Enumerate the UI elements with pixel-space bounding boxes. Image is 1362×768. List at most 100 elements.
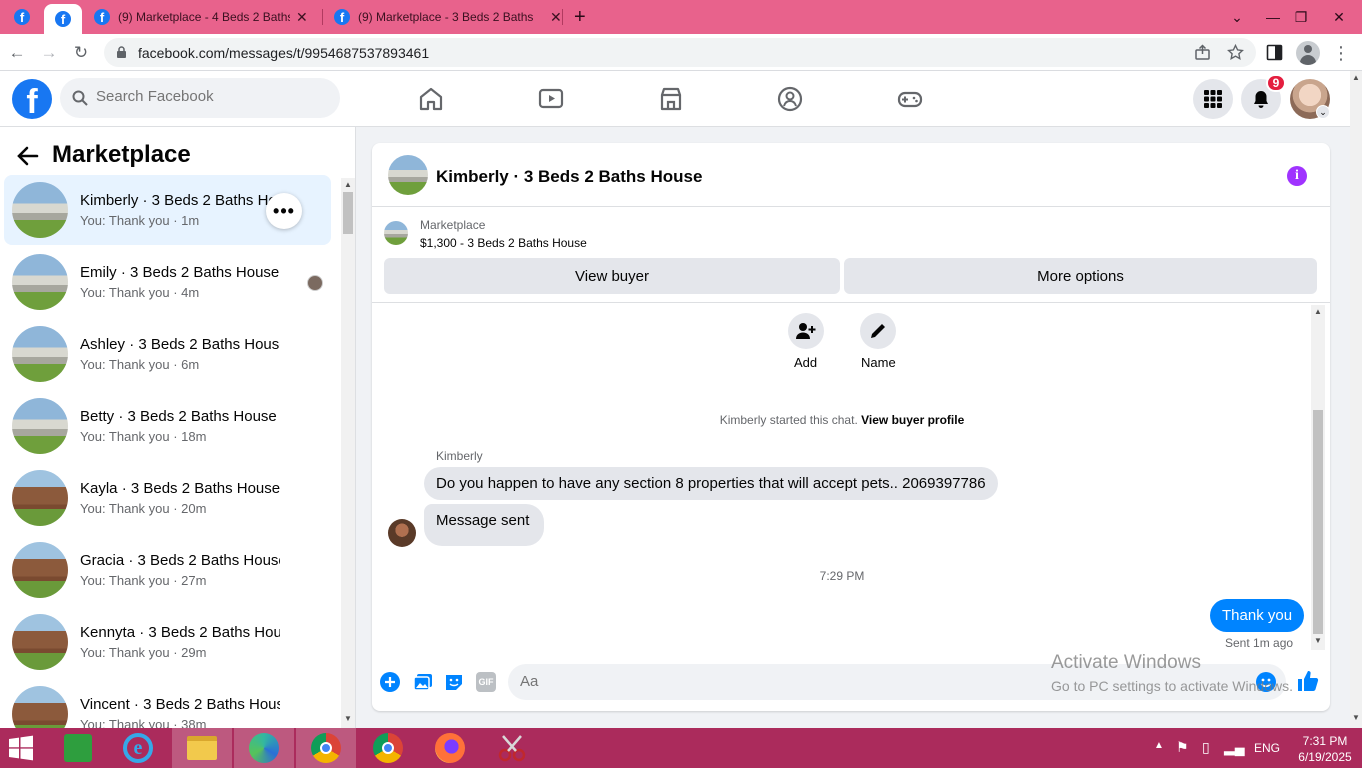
sender-avatar[interactable] (388, 519, 416, 547)
share-icon[interactable] (1194, 44, 1211, 61)
groups-icon[interactable] (776, 85, 804, 113)
bookmark-star-icon[interactable] (1227, 44, 1244, 61)
forward-arrow-icon[interactable]: → (38, 42, 60, 64)
browser-tab-pinned[interactable]: f (14, 0, 36, 34)
scroll-up-arrow-icon[interactable]: ▲ (1314, 307, 1322, 316)
home-icon[interactable] (417, 85, 445, 113)
name-chat-button[interactable] (860, 313, 896, 349)
clock-time: 7:31 PM (1302, 734, 1348, 748)
search-input[interactable] (96, 88, 326, 105)
view-buyer-button[interactable]: View buyer (384, 258, 840, 294)
scroll-down-arrow-icon[interactable]: ▼ (1314, 636, 1322, 645)
windows-taskbar: e ▲ ⚑ ▯ ▂▄ ENG 7:31 PM 6/19/2025 (0, 728, 1362, 768)
facebook-logo-icon[interactable]: f (12, 79, 52, 119)
taskbar-snipping-tool[interactable] (482, 728, 542, 768)
scroll-up-arrow-icon[interactable]: ▲ (344, 180, 352, 189)
scroll-thumb[interactable] (343, 192, 353, 234)
scroll-thumb[interactable] (1313, 410, 1323, 634)
tab-divider (322, 9, 323, 25)
sticker-icon[interactable] (444, 672, 464, 692)
language-indicator[interactable]: ENG (1254, 741, 1280, 755)
chevron-down-icon: ⌄ (1316, 105, 1330, 119)
page-scrollbar[interactable]: ▲ ▼ (1350, 71, 1362, 728)
activate-windows-watermark: Activate Windows Go to PC settings to ac… (1051, 652, 1293, 694)
conversation-item[interactable]: Gracia · 3 Beds 2 Baths House You: Thank … (4, 535, 331, 605)
scroll-up-arrow-icon[interactable]: ▲ (1352, 73, 1360, 82)
side-panel-icon[interactable] (1266, 44, 1283, 61)
start-button[interactable] (0, 728, 42, 768)
name-label: Name (861, 355, 896, 370)
conversation-name: Kayla · 3 Beds 2 Baths House (80, 480, 280, 497)
chat-title[interactable]: Kimberly · 3 Beds 2 Baths House (436, 167, 702, 187)
outgoing-message[interactable]: Thank you (1210, 599, 1305, 632)
taskbar-chrome[interactable] (358, 728, 418, 768)
scissors-icon (498, 735, 526, 762)
listing-price[interactable]: $1,300 - 3 Beds 2 Baths House (420, 236, 587, 250)
address-bar[interactable]: facebook.com/messages/t/9954687537893461 (104, 38, 1256, 67)
marketplace-icon[interactable] (657, 85, 685, 113)
taskbar-store-app[interactable] (48, 728, 108, 768)
conversation-item[interactable]: Vincent · 3 Beds 2 Baths House You: Thank… (4, 679, 331, 728)
battery-icon[interactable]: ▯ (1202, 739, 1210, 756)
taskbar-firefox[interactable] (420, 728, 480, 768)
chrome-menu-icon[interactable]: ⋮ (1330, 42, 1352, 64)
gaming-icon[interactable] (896, 85, 924, 113)
listing-thumbnail (12, 326, 68, 382)
plus-circle-icon[interactable] (380, 672, 400, 692)
show-hidden-icons-icon[interactable]: ▲ (1154, 740, 1164, 751)
close-tab-icon[interactable]: ✕ (550, 9, 562, 26)
conversation-item[interactable]: Betty · 3 Beds 2 Baths House You: Thank y… (4, 391, 331, 461)
listing-bar: Marketplace $1,300 - 3 Beds 2 Baths Hous… (372, 208, 1330, 303)
taskbar-chrome-active[interactable] (296, 728, 356, 768)
watch-video-icon[interactable] (537, 85, 565, 113)
conversation-item[interactable]: Kayla · 3 Beds 2 Baths House You: Thank y… (4, 463, 331, 533)
browser-tab-marketplace-3beds[interactable]: f (9) Marketplace - 3 Beds 2 Baths ✕ (334, 0, 562, 34)
edge-icon (249, 733, 279, 763)
thumbs-up-icon[interactable] (1297, 670, 1319, 692)
system-clock[interactable]: 7:31 PM 6/19/2025 (1294, 733, 1356, 765)
add-people-button[interactable] (788, 313, 824, 349)
bell-icon (1254, 91, 1268, 108)
search-icon (72, 90, 88, 106)
scroll-down-arrow-icon[interactable]: ▼ (344, 714, 352, 723)
browser-tab-marketplace-4beds[interactable]: f (9) Marketplace - 4 Beds 2 Baths ✕ (94, 0, 322, 34)
new-tab-button[interactable]: + (574, 0, 594, 34)
network-error-icon[interactable]: ⚑ (1176, 739, 1189, 756)
close-tab-icon[interactable]: ✕ (296, 9, 308, 26)
facebook-search-box[interactable] (60, 78, 340, 118)
photo-icon[interactable] (413, 672, 433, 692)
conversation-item[interactable]: Kennyta · 3 Beds 2 Baths House You: Thank… (4, 607, 331, 677)
taskbar-edge[interactable] (234, 728, 294, 768)
listing-avatar[interactable] (388, 155, 428, 195)
browser-tab-strip: f f f (9) Marketplace - 4 Beds 2 Baths ✕… (0, 0, 1362, 34)
incoming-message[interactable]: Message sent (424, 504, 545, 546)
more-options-button[interactable]: More options (844, 258, 1317, 294)
scroll-down-arrow-icon[interactable]: ▼ (1352, 713, 1360, 722)
chrome-profile-icon[interactable] (1296, 41, 1320, 65)
conversation-preview: You: Thank you · 4m (80, 285, 200, 300)
view-buyer-profile-link[interactable]: View buyer profile (861, 413, 964, 427)
conversation-item[interactable]: Emily · 3 Beds 2 Baths House You: Thank y… (4, 247, 331, 317)
conversation-more-button[interactable]: ••• (266, 193, 302, 229)
conversation-item[interactable]: Ashley · 3 Beds 2 Baths House You: Thank … (4, 319, 331, 389)
watermark-subtitle: Go to PC settings to activate Windows. (1051, 678, 1293, 694)
browser-tab-active[interactable]: f (44, 4, 82, 34)
incoming-message[interactable]: Do you happen to have any section 8 prop… (424, 467, 998, 500)
close-window-button[interactable]: ✕ (1316, 0, 1362, 34)
conversation-preview: You: Thank you · 18m (80, 429, 207, 444)
menu-grid-button[interactable] (1193, 79, 1233, 119)
taskbar-file-explorer[interactable] (172, 728, 232, 768)
thread-scrollbar[interactable]: ▲ ▼ (1311, 305, 1325, 650)
info-icon[interactable]: i (1287, 166, 1307, 186)
gif-button[interactable]: GIF (476, 672, 496, 692)
account-avatar[interactable]: ⌄ (1290, 79, 1330, 119)
back-arrow-icon[interactable]: ← (6, 42, 28, 64)
signal-icon[interactable]: ▂▄ (1224, 739, 1245, 756)
clock-date: 6/19/2025 (1298, 750, 1352, 764)
reload-icon[interactable]: ↻ (70, 42, 92, 64)
listing-thumbnail (12, 470, 68, 526)
left-panel-scrollbar[interactable]: ▲ ▼ (341, 178, 355, 728)
back-arrow-icon[interactable] (16, 145, 40, 167)
listing-thumbnail[interactable] (384, 221, 408, 245)
taskbar-internet-explorer[interactable]: e (108, 728, 168, 768)
